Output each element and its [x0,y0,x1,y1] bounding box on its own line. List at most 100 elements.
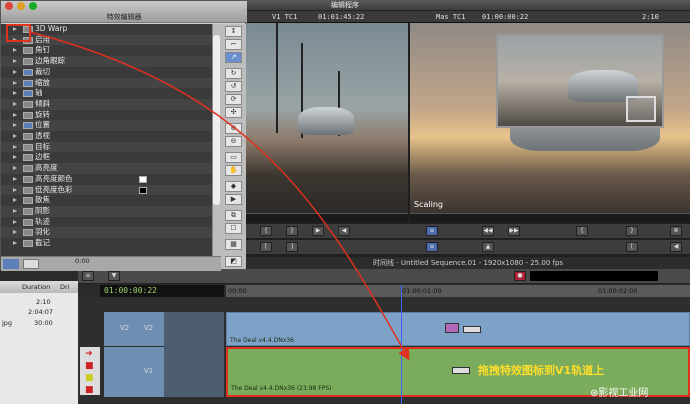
clear-in-button[interactable]: [ [260,242,272,252]
forward-button[interactable]: ▶▶ [508,226,520,236]
disclosure-triangle-icon[interactable] [13,69,17,74]
mark-out-button[interactable]: } [286,226,298,236]
segment-tool-button[interactable]: ▼ [108,271,120,281]
grid-icon[interactable]: ▭ [225,152,242,163]
crop-icon[interactable]: ⌐ [225,39,242,50]
disclosure-triangle-icon[interactable] [13,219,17,224]
clear-out-button[interactable]: ] [286,242,298,252]
move-icon[interactable]: ↕ [225,26,242,37]
step-button[interactable]: ◀ [338,226,350,236]
effect-parameter-row[interactable]: 散焦 [1,195,212,206]
rotate-x-icon[interactable]: ↻ [225,68,242,79]
promote-icon[interactable]: ▦ [225,239,242,250]
scrollbar-thumb[interactable] [213,35,220,205]
track-selector-column[interactable] [164,312,224,397]
split-icon[interactable]: ⧉ [225,210,242,221]
effect-parameter-row[interactable]: 倾斜 [1,98,212,110]
overwrite-icon[interactable]: ■ [85,373,94,383]
track-header-v2[interactable]: V2 V2 [104,312,164,346]
zoom-out-icon[interactable]: ⊖ [225,136,242,147]
column-header[interactable]: Duration [22,281,50,293]
color-swatch[interactable] [139,175,147,183]
rotate-z-icon[interactable]: ⟳ [225,94,242,105]
axis-icon[interactable]: ✣ [225,107,242,118]
lift-button[interactable]: ▲ [482,242,494,252]
left-timecode[interactable]: 01:01:45:22 [318,11,364,23]
v2-clip[interactable]: The Deal v4.4.DNx36 [226,312,690,346]
trim-button[interactable]: ◀ [670,242,682,252]
scale-icon[interactable]: ↗ [225,52,242,63]
disclosure-triangle-icon[interactable] [13,208,17,213]
disclosure-triangle-icon[interactable] [13,187,17,192]
effect-parameter-row[interactable]: 边框 [1,152,212,163]
close-icon[interactable]: ⊗ [670,226,682,236]
disclosure-triangle-icon[interactable] [13,101,17,106]
effect-icon[interactable] [445,323,459,333]
effect-parameter-row[interactable]: 缩放 [1,77,212,89]
disclosure-triangle-icon[interactable] [13,176,17,181]
timeline-ruler[interactable]: 00:00 01:00:01:00 01:00:02:00 [226,285,690,297]
mark-out-right-button[interactable]: } [626,226,638,236]
keyframe-options-icon[interactable] [23,259,39,269]
disclosure-triangle-icon[interactable] [13,230,17,235]
bin-row[interactable]: 2:10 [0,297,78,307]
left-track-label[interactable]: V1 TC1 [272,11,297,23]
effect-parameter-row[interactable]: 低亮度色彩 [1,184,212,196]
timeline-timecode[interactable]: 01:00:00:22 [100,285,224,297]
disclosure-triangle-icon[interactable] [13,48,17,53]
play-loop-icon[interactable]: ▶ [225,194,242,205]
keyframe-icon[interactable]: ◆ [225,181,242,192]
effect-parameter-row[interactable]: 透视 [1,131,212,142]
disclosure-triangle-icon[interactable] [13,80,17,85]
column-header[interactable]: Dri [60,281,69,293]
bin-row[interactable]: jpg 30:00 [0,318,78,328]
effect-parameter-row[interactable]: 旋转 [1,110,212,121]
effect-parameter-row[interactable]: 角钉 [1,45,212,56]
rotate-y-icon[interactable]: ↺ [225,81,242,92]
source-position-bar[interactable] [246,213,408,222]
render-icon[interactable]: ◩ [225,256,242,267]
color-swatch[interactable] [139,186,147,194]
hand-icon[interactable]: ✋ [225,165,242,176]
track-header-v1[interactable]: V1 [104,347,164,397]
record-button[interactable]: ● [514,271,526,281]
lift-icon[interactable]: ■ [85,385,94,395]
effect-name-row[interactable]: 3D Warp [1,24,212,35]
pip-preview[interactable] [496,34,664,128]
disclosure-triangle-icon[interactable] [13,123,17,128]
disclosure-triangle-icon[interactable] [13,112,17,117]
play-button[interactable]: ▶ [312,226,324,236]
minimize-button[interactable] [17,2,25,10]
timeline-menu-button[interactable]: ≡ [82,271,94,281]
bin-row[interactable]: 2:04:07 [0,307,78,317]
record-position-bar[interactable] [410,213,690,222]
disclosure-triangle-icon[interactable] [13,134,17,138]
mark-in-right-button[interactable]: { [576,226,588,236]
disclosure-triangle-icon[interactable] [13,144,17,149]
arrow-right-icon[interactable]: ➜ [85,349,93,359]
keyframe-graph-icon[interactable] [3,259,19,269]
disclosure-triangle-icon[interactable] [13,91,17,96]
effect-parameter-row[interactable]: 位置 [1,120,212,131]
disclosure-triangle-icon[interactable] [13,155,17,160]
playhead[interactable] [401,285,402,404]
effect-parameter-row[interactable]: 高亮度 [1,163,212,174]
effect-parameter-row[interactable]: 目标 [1,141,212,153]
rewind-button[interactable]: ◀◀ [482,226,494,236]
clear-right-button[interactable]: [ [626,242,638,252]
disclosure-triangle-icon[interactable] [13,241,17,245]
zoom-in-icon[interactable]: ⊕ [225,123,242,134]
disclosure-triangle-icon[interactable] [13,59,17,64]
effect-parameter-row[interactable]: 高亮度颜色 [1,174,212,185]
close-button[interactable] [5,2,13,10]
effect-parameter-row[interactable]: 阴影 [1,205,212,217]
effect-parameter-row[interactable]: 裁切 [1,67,212,78]
effect-parameter-row[interactable]: 启用 [1,34,212,46]
right-timecode[interactable]: 01:00:00:22 [482,11,528,23]
render-button[interactable]: ≡ [426,242,438,252]
splice-icon[interactable]: ■ [85,361,94,371]
source-monitor[interactable] [246,23,408,213]
right-track-label[interactable]: Mas TC1 [436,11,466,23]
effect-parameter-row[interactable]: 轨迹 [1,217,212,228]
disclosure-triangle-icon[interactable] [13,166,17,171]
